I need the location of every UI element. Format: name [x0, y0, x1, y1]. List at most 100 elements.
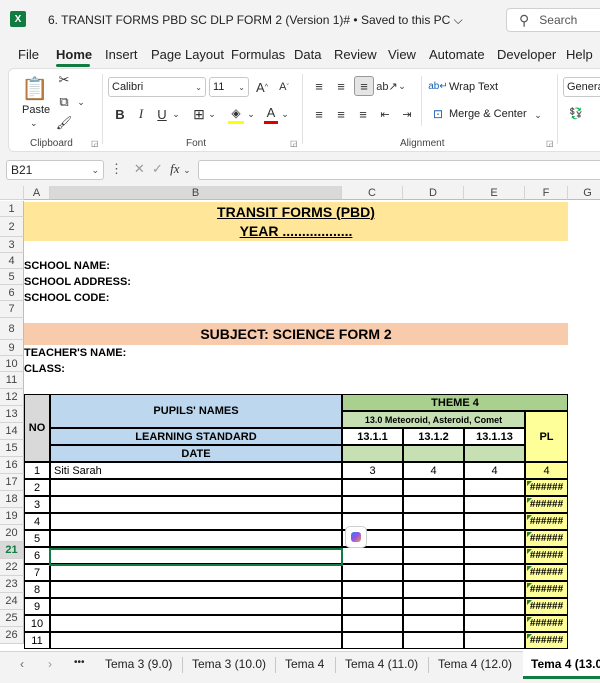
more-sheets-button[interactable]: •••: [74, 657, 85, 668]
row-header[interactable]: 22: [0, 559, 24, 576]
teacher-cell[interactable]: TEACHER'S NAME:: [24, 345, 204, 361]
pupil-name-cell[interactable]: [50, 632, 342, 649]
row-header[interactable]: 4: [0, 253, 24, 269]
menu-home[interactable]: Home: [56, 47, 92, 62]
row-header[interactable]: 7: [0, 301, 24, 318]
no-header[interactable]: NO: [24, 394, 50, 462]
accounting-format-icon[interactable]: 💱: [566, 105, 586, 121]
pupil-no-cell[interactable]: 7: [24, 564, 50, 581]
column-header-e[interactable]: E: [464, 186, 525, 200]
pupil-s1-cell[interactable]: [342, 581, 403, 598]
decrease-indent-icon[interactable]: ⇤: [376, 105, 394, 123]
copy-dropdown-icon[interactable]: ⌄: [76, 94, 86, 110]
pl-header[interactable]: PL: [525, 411, 568, 462]
pupil-s1-cell[interactable]: [342, 598, 403, 615]
pupil-s2-cell[interactable]: [403, 479, 464, 496]
menu-data[interactable]: Data: [294, 47, 321, 62]
date-cell-2[interactable]: [403, 445, 464, 462]
borders-icon[interactable]: ⊞: [191, 106, 207, 122]
pupil-pl-cell[interactable]: ######: [525, 564, 568, 581]
wrap-text-icon[interactable]: ab↵: [428, 78, 448, 94]
pupil-s2-cell[interactable]: [403, 530, 464, 547]
bold-button[interactable]: B: [113, 106, 127, 122]
row-header[interactable]: 18: [0, 491, 24, 508]
format-painter-icon[interactable]: 🖌: [56, 115, 73, 131]
pupil-pl-cell[interactable]: ######: [525, 530, 568, 547]
row-header[interactable]: 21: [0, 542, 24, 559]
row-header[interactable]: 16: [0, 457, 24, 474]
pupil-no-cell[interactable]: 6: [24, 547, 50, 564]
align-middle-icon[interactable]: ≡: [332, 77, 350, 95]
pupil-s1-cell[interactable]: [342, 479, 403, 496]
pupil-no-cell[interactable]: 3: [24, 496, 50, 513]
fill-color-dropdown-icon[interactable]: ⌄: [246, 106, 256, 122]
pupil-s2-cell[interactable]: [403, 547, 464, 564]
pupil-s3-cell[interactable]: [464, 547, 525, 564]
row-header[interactable]: 8: [0, 318, 24, 340]
alignment-launcher-icon[interactable]: ◲: [546, 139, 554, 148]
pupil-s2-cell[interactable]: [403, 564, 464, 581]
row-header[interactable]: 6: [0, 285, 24, 301]
sheet-tab-2[interactable]: Tema 3 (10.0): [192, 657, 266, 671]
school-address-cell[interactable]: SCHOOL ADDRESS:: [24, 274, 204, 290]
row-header[interactable]: 1: [0, 201, 24, 217]
column-header-c[interactable]: C: [342, 186, 403, 200]
paste-dropdown-icon[interactable]: ⌄: [30, 118, 38, 129]
row-header[interactable]: 11: [0, 372, 24, 389]
row-header[interactable]: 19: [0, 508, 24, 525]
merge-center-button[interactable]: Merge & Center: [449, 108, 527, 120]
font-launcher-icon[interactable]: ◲: [290, 139, 298, 148]
row-header[interactable]: 10: [0, 356, 24, 372]
row-header[interactable]: 23: [0, 576, 24, 593]
standard-header-2[interactable]: 13.1.2: [403, 428, 464, 445]
orientation-dropdown-icon[interactable]: ⌄: [397, 78, 407, 94]
copy-icon[interactable]: ⧉: [56, 94, 72, 110]
menu-insert[interactable]: Insert: [105, 47, 138, 62]
pupil-s3-cell[interactable]: [464, 530, 525, 547]
pupil-no-cell[interactable]: 4: [24, 513, 50, 530]
pupil-name-cell[interactable]: [50, 564, 342, 581]
column-header-f[interactable]: F: [525, 186, 568, 200]
sheet-tab-1[interactable]: Tema 3 (9.0): [105, 657, 172, 671]
pupil-no-cell[interactable]: 11: [24, 632, 50, 649]
font-name-box[interactable]: Calibri ⌄: [108, 77, 206, 97]
more-icon[interactable]: ⋮: [110, 161, 123, 176]
pupil-s3-cell[interactable]: [464, 598, 525, 615]
row-header[interactable]: 9: [0, 340, 24, 356]
number-format-box[interactable]: General: [563, 77, 600, 97]
merge-center-icon[interactable]: ⊡: [430, 106, 446, 122]
menu-view[interactable]: View: [388, 47, 416, 62]
pupil-no-cell[interactable]: 5: [24, 530, 50, 547]
paste-icon[interactable]: 📋: [21, 74, 48, 104]
menu-page-layout[interactable]: Page Layout: [151, 47, 224, 62]
cut-icon[interactable]: ✂: [56, 72, 72, 88]
pupil-pl-cell[interactable]: ######: [525, 513, 568, 530]
pupil-pl-cell[interactable]: ######: [525, 581, 568, 598]
pupil-name-cell[interactable]: [50, 530, 342, 547]
function-icon[interactable]: fx: [170, 161, 179, 176]
row-header[interactable]: 2: [0, 217, 24, 237]
align-bottom-icon[interactable]: ≡: [354, 76, 374, 96]
decrease-font-icon[interactable]: Aˇ: [276, 78, 292, 96]
pupil-s1-cell[interactable]: [342, 547, 403, 564]
pupil-s2-cell[interactable]: [403, 632, 464, 649]
select-all-corner[interactable]: [0, 186, 24, 200]
pupil-s1-cell[interactable]: [342, 632, 403, 649]
next-sheet-button[interactable]: ›: [48, 657, 52, 671]
topic-header[interactable]: 13.0 Meteoroid, Asteroid, Comet: [342, 411, 525, 428]
clipboard-launcher-icon[interactable]: ◲: [91, 139, 99, 148]
row-header[interactable]: 20: [0, 525, 24, 542]
pupil-no-cell[interactable]: 10: [24, 615, 50, 632]
align-left-icon[interactable]: ≡: [310, 105, 328, 123]
align-center-icon[interactable]: ≡: [332, 105, 350, 123]
pupil-s2-cell[interactable]: [403, 615, 464, 632]
menu-formulas[interactable]: Formulas: [231, 47, 285, 62]
search-box[interactable]: ⚲ Search: [506, 8, 600, 32]
document-title[interactable]: 6. TRANSIT FORMS PBD SC DLP FORM 2 (Vers…: [48, 13, 463, 28]
sheet-tab-3[interactable]: Tema 4: [285, 657, 324, 671]
sheet-tab-active[interactable]: Tema 4 (13.0: [531, 657, 600, 671]
pupil-s1-cell[interactable]: [342, 496, 403, 513]
pupil-pl-cell[interactable]: ######: [525, 615, 568, 632]
font-color-icon[interactable]: A: [264, 104, 278, 124]
pupils-names-header[interactable]: PUPILS' NAMES: [50, 394, 342, 428]
